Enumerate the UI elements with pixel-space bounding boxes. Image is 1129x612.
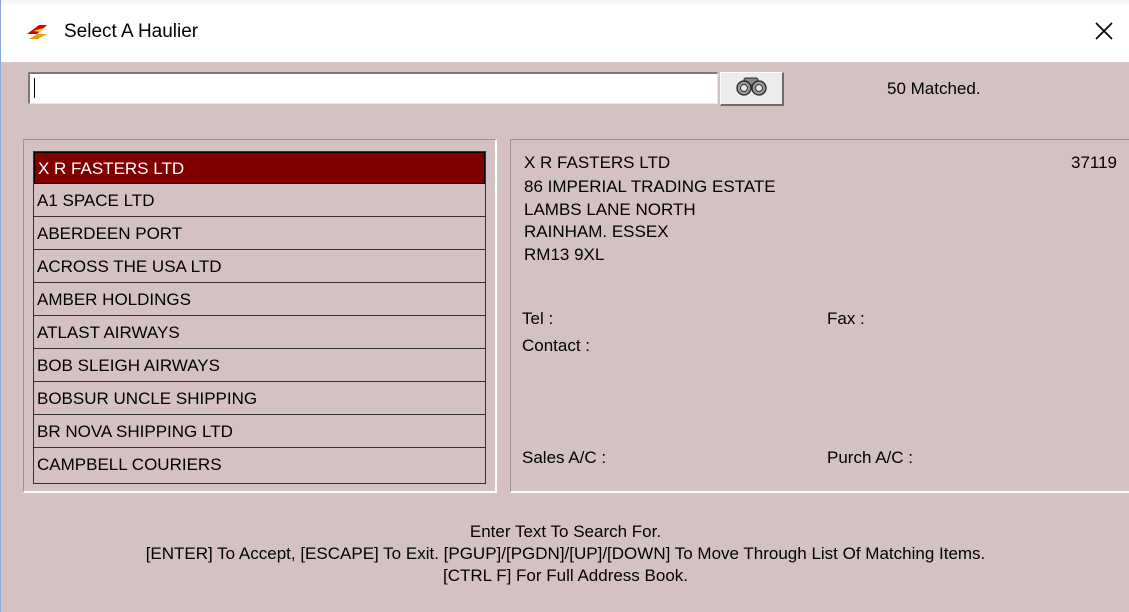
help-line: [CTRL F] For Full Address Book. (443, 566, 688, 585)
purchase-account-label: Purch A/C : (827, 448, 913, 467)
address-line-2: LAMBS LANE NORTH (524, 200, 696, 219)
list-item[interactable]: BR NOVA SHIPPING LTD (34, 416, 485, 448)
close-button[interactable] (1081, 14, 1127, 52)
help-text: Enter Text To Search For. [ENTER] To Acc… (1, 521, 1129, 587)
list-item[interactable]: BOB SLEIGH AIRWAYS (34, 350, 485, 382)
list-item[interactable]: ACROSS THE USA LTD (34, 251, 485, 283)
window-title: Select A Haulier (64, 21, 199, 42)
fax-label: Fax : (827, 309, 865, 328)
top-strip (1, 0, 1129, 6)
list-item[interactable]: ATLAST AIRWAYS (34, 317, 485, 349)
address-line-3: RAINHAM. ESSEX (524, 222, 669, 241)
address-line-4: RM13 9XL (524, 245, 605, 264)
list-item[interactable]: X R FASTERS LTD (34, 152, 485, 184)
close-icon (1094, 21, 1114, 46)
list-item[interactable]: A1 SPACE LTD (34, 185, 485, 217)
title-bar[interactable]: Select A Haulier (1, 0, 1129, 62)
detail-code: 37119 (1071, 153, 1118, 172)
search-input[interactable] (28, 72, 718, 104)
list-item[interactable]: BOBSUR UNCLE SHIPPING (34, 383, 485, 415)
search-button[interactable] (720, 72, 784, 106)
haulier-list[interactable]: X R FASTERS LTD A1 SPACE LTD ABERDEEN PO… (33, 151, 486, 484)
truck-logo-icon (25, 22, 49, 42)
binoculars-icon (734, 76, 770, 101)
list-item[interactable]: AMBER HOLDINGS (34, 284, 485, 316)
text-caret (34, 78, 35, 98)
help-line: Enter Text To Search For. (469, 522, 662, 541)
detail-name: X R FASTERS LTD (524, 153, 671, 172)
list-item[interactable]: CAMPBELL COURIERS (34, 449, 485, 481)
contact-label: Contact : (522, 336, 591, 355)
tel-label: Tel : (522, 309, 554, 328)
sales-account-label: Sales A/C : (522, 448, 607, 467)
match-count: 50 Matched. (887, 79, 981, 98)
help-line: [ENTER] To Accept, [ESCAPE] To Exit. [PG… (145, 544, 986, 563)
list-item[interactable]: ABERDEEN PORT (34, 218, 485, 250)
address-line-1: 86 IMPERIAL TRADING ESTATE (524, 177, 776, 196)
select-haulier-dialog: Select A Haulier 50 Matched. X R FASTERS… (0, 0, 1129, 612)
